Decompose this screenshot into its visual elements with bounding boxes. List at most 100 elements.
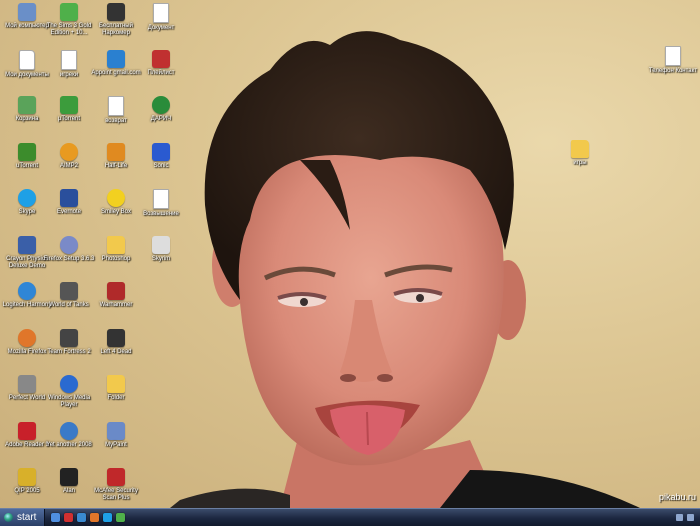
document-icon xyxy=(153,189,169,209)
playlist-icon xyxy=(152,49,170,68)
desktop-icon-label: Team Fortress 2 xyxy=(47,348,91,355)
folder-icon xyxy=(571,140,589,158)
documents-folder-icon xyxy=(19,49,35,70)
skype-icon xyxy=(18,189,36,207)
media-player-icon xyxy=(60,375,78,393)
recycle-bin-icon xyxy=(18,96,36,114)
desktop-icon-label: Evernote xyxy=(56,209,81,215)
document-icon xyxy=(665,46,681,66)
desktop-icon[interactable]: Телефон Контакт xyxy=(646,46,700,75)
desktop-icon[interactable]: Windows Media Player xyxy=(42,375,96,409)
desktop-icon-label: Skyrim xyxy=(151,255,171,262)
desktop-icon-label: Warhammer xyxy=(99,302,133,308)
dari-icon xyxy=(152,96,170,114)
desktop-icon[interactable]: Team Fortress 2 xyxy=(42,328,96,356)
desktop-icon[interactable]: Firefox Setup 3.6.3 xyxy=(42,235,96,263)
desktop-icon[interactable]: µTorrent xyxy=(42,96,96,123)
chrome-icon[interactable] xyxy=(116,513,126,522)
folder-icon xyxy=(107,235,125,254)
desktop-icon[interactable]: Возвышение xyxy=(134,189,188,218)
desktop-icon-label: McAfee Security Scan Plus xyxy=(94,488,138,501)
desktop-icon-label: AIMP2 xyxy=(59,162,78,169)
desktop-icon-label: Телефон Контакт xyxy=(648,68,698,74)
mcafee-icon xyxy=(107,468,125,486)
crayon-physics-icon xyxy=(18,235,36,254)
desktop-icon-label: Windows Media Player xyxy=(47,395,91,408)
tray-volume-icon[interactable] xyxy=(687,514,694,521)
desktop-icon-label: MyPaint xyxy=(105,441,127,448)
alan-wake-icon xyxy=(60,468,78,486)
firefox-icon xyxy=(18,328,36,347)
document-icon xyxy=(61,49,77,70)
desktop-icon-label: Sonic xyxy=(153,162,169,169)
taskbar: start xyxy=(0,508,700,526)
desktop-icon[interactable]: Документ xyxy=(134,3,188,32)
utorrent-icon xyxy=(18,142,36,161)
wot-launcher-icon xyxy=(60,282,78,300)
desktop-icon[interactable]: MyPaint xyxy=(89,421,143,449)
desktop-icon[interactable]: игры xyxy=(553,140,607,167)
wp-app-icon xyxy=(107,3,125,21)
desktop-icon[interactable]: Плейлист xyxy=(134,49,188,77)
desktop-icon-label: Firefox Setup 3.6.3 xyxy=(43,255,95,262)
desktop-icon-label: Возвышение xyxy=(143,211,179,217)
half-life-icon xyxy=(107,142,125,161)
desktop[interactable]: Мой компьютер Мои документы Корзина uTorren… xyxy=(0,0,700,508)
desktop-icon-label: Плейлист xyxy=(147,69,175,76)
desktop-icon-label: Left 4 Dead xyxy=(100,348,132,355)
desktop-icon[interactable]: Folder xyxy=(89,375,143,402)
logitech-harmony-icon xyxy=(18,282,36,300)
windows-orb-icon xyxy=(4,513,13,522)
adobe-reader-icon xyxy=(18,421,36,440)
utorrent-icon xyxy=(60,96,78,114)
desktop-icon-label: игры xyxy=(573,160,587,166)
system-tray xyxy=(672,514,700,521)
sims3-icon xyxy=(60,3,78,21)
browser-icon[interactable] xyxy=(51,513,61,522)
desktop-icon-label: World of Tanks xyxy=(49,302,89,308)
desktop-icon[interactable]: AIMP2 xyxy=(42,142,96,170)
desktop-icon-label: Folder xyxy=(107,395,125,401)
desktop-icon[interactable]: Alan xyxy=(42,468,96,495)
desktop-icon-label: Документ xyxy=(147,25,175,31)
document-icon xyxy=(153,3,169,23)
firefox-setup-icon xyxy=(60,235,78,254)
gmail-icon xyxy=(107,49,125,68)
desktop-icon[interactable]: Warhammer xyxy=(89,282,143,309)
desktop-icon[interactable]: Left 4 Dead xyxy=(89,328,143,356)
evernote-icon xyxy=(60,189,78,207)
tf2-icon xyxy=(60,328,78,347)
desktop-icon[interactable]: McAfee Security Scan Plus xyxy=(89,468,143,502)
desktop-icon-label: игреки xyxy=(59,71,79,78)
desktop-icon[interactable]: World of Tanks xyxy=(42,282,96,309)
globe-icon xyxy=(60,421,78,440)
desktop-icon[interactable]: ДАРИЧ xyxy=(134,96,188,123)
start-label: start xyxy=(17,512,37,523)
mypaint-icon xyxy=(107,421,125,440)
desktop-icon[interactable]: игреки xyxy=(42,49,96,79)
ie-icon[interactable] xyxy=(77,513,87,522)
qip-icon xyxy=(18,468,36,486)
watermark: pikabu.ru xyxy=(658,492,696,502)
desktop-icon-label: Alan xyxy=(62,488,75,494)
desktop-icon[interactable]: Evernote xyxy=(42,189,96,216)
sonic-icon xyxy=(152,142,170,161)
computer-icon xyxy=(18,3,36,21)
skype-icon[interactable] xyxy=(103,513,113,522)
start-button[interactable]: start xyxy=(0,509,46,526)
desktop-icon-label: The Sims 3 Gold Edition + 10... xyxy=(46,23,92,36)
game-icon xyxy=(107,282,125,300)
desktop-icon-label: Yet another 2008 xyxy=(46,441,92,448)
tray-network-icon[interactable] xyxy=(676,514,683,521)
firefox-icon[interactable] xyxy=(90,513,100,522)
desktop-icon[interactable]: The Sims 3 Gold Edition + 10... xyxy=(42,3,96,37)
desktop-icon[interactable]: Skyrim xyxy=(134,235,188,263)
skyrim-icon xyxy=(152,235,170,254)
desktop-icon[interactable]: Yet another 2008 xyxy=(42,421,96,449)
aimp-icon xyxy=(60,142,78,161)
desktop-icon-label: µTorrent xyxy=(57,116,81,122)
desktop-icon[interactable]: Sonic xyxy=(134,142,188,170)
desktop-icon-label: ДАРИЧ xyxy=(150,116,172,122)
perfect-world-icon xyxy=(18,375,36,393)
opera-icon[interactable] xyxy=(64,513,74,522)
